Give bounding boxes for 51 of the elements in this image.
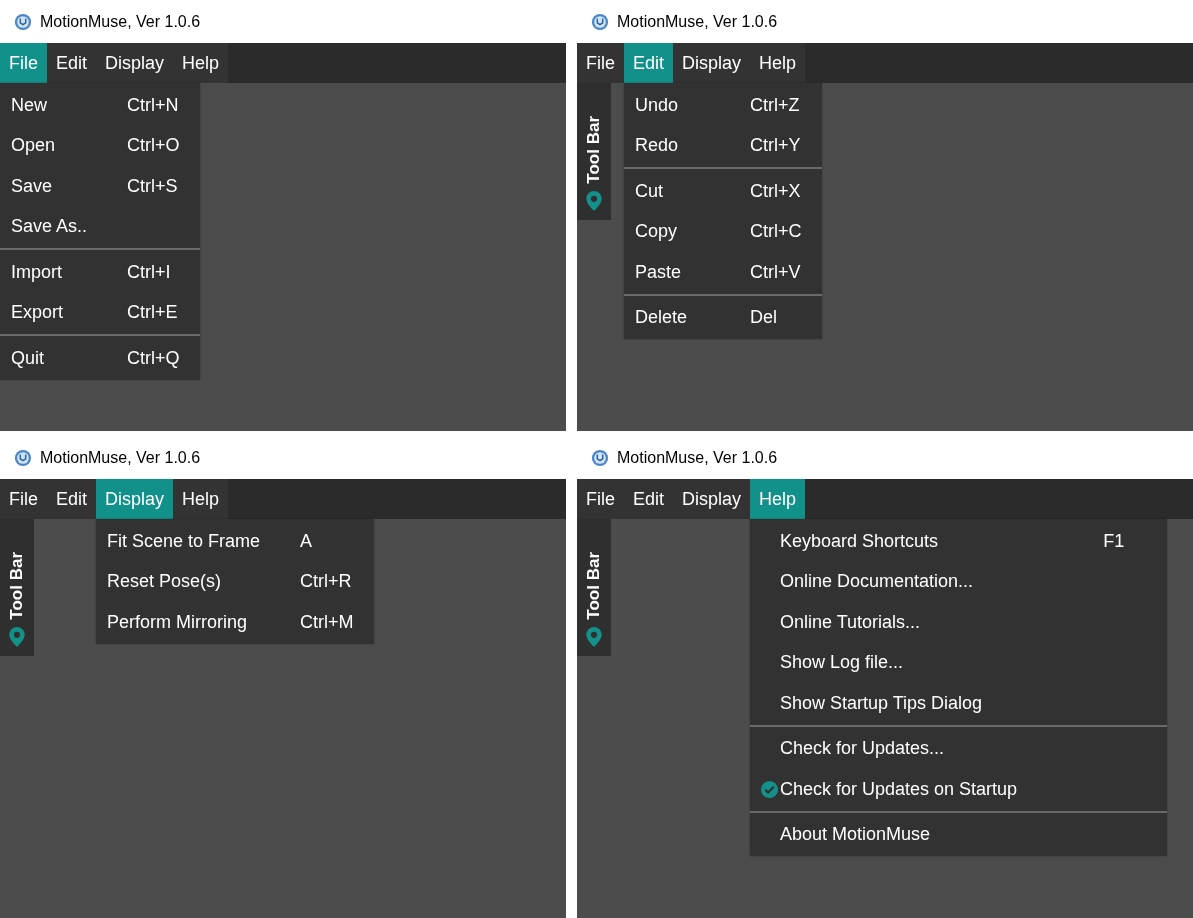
menu-bar-item[interactable]: Edit bbox=[624, 43, 674, 83]
menu-item[interactable]: Fit Scene to Frame A bbox=[96, 521, 374, 562]
menu-item[interactable]: Open Ctrl+O bbox=[0, 125, 200, 166]
toolbar-label: Tool Bar bbox=[584, 116, 604, 184]
toolbar-label: Tool Bar bbox=[7, 552, 27, 620]
menu-bar-item[interactable]: File bbox=[577, 479, 624, 519]
menu-bar-item[interactable]: Help bbox=[750, 479, 806, 519]
toolbar-label: Tool Bar bbox=[584, 552, 604, 620]
menu-item[interactable]: Perform Mirroring Ctrl+M bbox=[96, 602, 374, 643]
menu-item[interactable]: Cut Ctrl+X bbox=[624, 171, 822, 212]
menu-item[interactable]: Check for Updates on Startup bbox=[750, 769, 1168, 810]
menu-item[interactable]: Save As.. bbox=[0, 206, 200, 247]
menu-item[interactable]: Import Ctrl+I bbox=[0, 252, 200, 293]
menu-bar-item[interactable]: Display bbox=[96, 479, 174, 519]
menu-bar-item[interactable]: Edit bbox=[624, 479, 674, 519]
menu-item[interactable]: Export Ctrl+E bbox=[0, 292, 200, 333]
menu-item[interactable]: Undo Ctrl+Z bbox=[624, 85, 822, 126]
window-title: MotionMuse, Ver 1.0.6 bbox=[40, 448, 201, 467]
menu-item[interactable]: Quit Ctrl+Q bbox=[0, 338, 200, 379]
menu-item[interactable]: Delete Del bbox=[624, 297, 822, 338]
menu-bar-item[interactable]: File bbox=[0, 479, 47, 519]
app-icon bbox=[14, 12, 32, 31]
menu-item[interactable]: Show Log file... bbox=[750, 642, 1168, 683]
app-icon bbox=[14, 448, 32, 467]
menu-item[interactable]: Save Ctrl+S bbox=[0, 166, 200, 207]
window-title: MotionMuse, Ver 1.0.6 bbox=[617, 448, 778, 467]
menu-item[interactable]: Show Startup Tips Dialog bbox=[750, 683, 1168, 724]
menu-bar-item[interactable]: Display bbox=[96, 43, 174, 83]
menu-bar-item[interactable]: Display bbox=[673, 479, 751, 519]
app-icon bbox=[591, 448, 609, 467]
menu-item[interactable]: Paste Ctrl+V bbox=[624, 252, 822, 293]
window-title: MotionMuse, Ver 1.0.6 bbox=[617, 12, 778, 31]
app-icon bbox=[591, 12, 609, 31]
menu-bar-item[interactable]: Edit bbox=[47, 479, 97, 519]
menu-item[interactable]: Copy Ctrl+C bbox=[624, 211, 822, 252]
menu-item[interactable]: Keyboard Shortcuts F1 bbox=[750, 521, 1168, 562]
menu-bar-item[interactable]: Help bbox=[173, 479, 229, 519]
menu-item[interactable]: New Ctrl+N bbox=[0, 85, 200, 126]
menu-item[interactable]: About MotionMuse bbox=[750, 814, 1168, 855]
menu-bar-item[interactable]: Edit bbox=[47, 43, 97, 83]
menu-bar-item[interactable]: File bbox=[577, 43, 624, 83]
menu-item[interactable]: Redo Ctrl+Y bbox=[624, 125, 822, 166]
menu-bar-item[interactable]: Help bbox=[750, 43, 806, 83]
menu-bar-item[interactable]: File bbox=[0, 43, 47, 83]
menu-item[interactable]: Check for Updates... bbox=[750, 728, 1168, 769]
window-title: MotionMuse, Ver 1.0.6 bbox=[40, 12, 201, 31]
menu-item[interactable]: Online Documentation... bbox=[750, 561, 1168, 602]
menu-bar-item[interactable]: Help bbox=[173, 43, 229, 83]
menu-item[interactable]: Online Tutorials... bbox=[750, 602, 1168, 643]
menu-item[interactable]: Reset Pose(s) Ctrl+R bbox=[96, 561, 374, 602]
menu-bar-item[interactable]: Display bbox=[673, 43, 751, 83]
